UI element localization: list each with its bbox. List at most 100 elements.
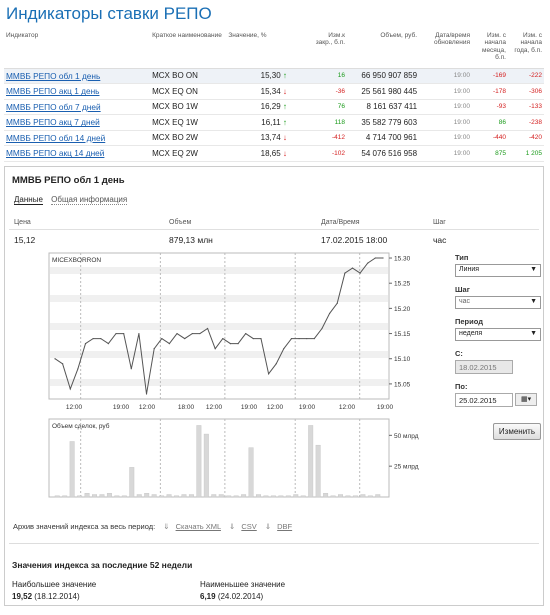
volume-value: 879,13 млн <box>169 235 213 245</box>
divider <box>9 229 539 230</box>
price-point <box>344 272 346 274</box>
volume-bar <box>174 495 179 498</box>
month-change: -440 <box>471 130 508 146</box>
change-value: 118 <box>308 114 348 131</box>
col-header[interactable]: Краткое наименование <box>150 28 227 69</box>
volume-bar <box>106 493 112 498</box>
volume-value: 54 076 516 958 <box>347 145 420 162</box>
step-select[interactable]: час ▼ <box>455 296 541 309</box>
tab-general-info[interactable]: Общая информация <box>51 195 128 205</box>
step-value: час <box>433 235 447 245</box>
volume-bar <box>136 494 142 498</box>
series-title: MICEXBORRON <box>52 257 101 264</box>
table-row[interactable]: ММВБ РЕПО обл 1 день MCX BO ON 15,30 ↑ 16 66… <box>4 68 544 84</box>
table-row[interactable]: ММВБ РЕПО акц 14 дней MCX EQ 2W 18,65 ↓ -10… <box>4 145 544 162</box>
download-csv-link[interactable]: CSV <box>241 522 256 531</box>
download-xml-link[interactable]: Скачать XML <box>176 522 221 531</box>
table-row[interactable]: ММВБ РЕПО акц 7 дней MCX EQ 1W 16,11 ↑ 118 3… <box>4 114 544 131</box>
table-row[interactable]: ММВБ РЕПО обл 14 дней MCX BO 2W 13,74 ↓ -41… <box>4 130 544 146</box>
x-tick-label: 12:00 <box>267 404 284 411</box>
price-point <box>130 368 132 370</box>
price-point <box>351 267 354 269</box>
volume-bar <box>181 494 187 498</box>
apply-button[interactable]: Изменить <box>492 423 541 440</box>
price-point <box>267 373 270 375</box>
volume-bar <box>218 494 224 498</box>
year-change: 1 205 <box>507 145 544 162</box>
to-date-field[interactable]: 25.02.2015 <box>455 393 513 407</box>
volume-bar <box>248 447 254 498</box>
y-tick-label: 15.30 <box>394 256 411 263</box>
y-tick-label: 25 млрд <box>394 464 419 471</box>
indicator-link[interactable]: ММВБ РЕПО акц 7 дней <box>6 117 100 127</box>
table-row[interactable]: ММВБ РЕПО обл 7 дней MCX BO 1W 16,29 ↑ 76 8 … <box>4 99 544 115</box>
download-dbf-link[interactable]: DBF <box>277 522 292 531</box>
high-label: Наибольшее значение <box>12 580 97 589</box>
volume-plot-area <box>48 418 390 498</box>
short-name: MCX EQ 2W <box>150 145 227 162</box>
price-volume-chart[interactable]: MICEXBORRON 15.30 15.25 15.20 15.15 15.10 15.0… <box>45 249 445 499</box>
volume-bar <box>270 495 276 498</box>
price-point <box>290 337 293 340</box>
indicator-link[interactable]: ММВБ РЕПО обл 7 дней <box>6 102 101 112</box>
low-value-row: 6,19 (24.02.2014) <box>200 592 263 601</box>
col-header[interactable]: Значение, % <box>226 28 309 69</box>
indicator-link[interactable]: ММВБ РЕПО обл 14 дней <box>6 133 105 143</box>
rate-value: 13,74 <box>260 133 281 143</box>
grid-band <box>50 351 388 358</box>
volume-bar <box>226 495 232 498</box>
volume-bar <box>196 425 202 498</box>
volume-bar <box>285 495 291 498</box>
download-icon: ⇓ <box>163 522 170 531</box>
indicator-link[interactable]: ММВБ РЕПО акц 1 день <box>6 86 99 96</box>
price-point <box>222 337 224 340</box>
download-icon: ⇓ <box>264 522 272 531</box>
x-tick-label: 18:00 <box>178 404 195 411</box>
col-header[interactable]: Изм. с начала месяца, б.п. <box>471 28 508 69</box>
rate-value: 16,11 <box>261 117 281 127</box>
volume-bar <box>278 495 284 498</box>
price-point <box>382 257 384 259</box>
tab-data[interactable]: Данные <box>14 195 43 205</box>
col-header[interactable]: Изм.к закр., б.п. <box>308 28 348 69</box>
volume-bar <box>62 495 68 498</box>
rate-value: 18,65 <box>260 148 281 158</box>
volume-bar <box>330 495 336 498</box>
type-select[interactable]: Линия ▼ <box>455 264 541 277</box>
indicator-link[interactable]: ММВБ РЕПО акц 14 дней <box>6 148 104 158</box>
col-header[interactable]: Дата/время обновления <box>419 28 472 69</box>
price-point <box>176 332 178 335</box>
month-change: -178 <box>471 83 508 100</box>
indicator-link[interactable]: ММВБ РЕПО обл 1 день <box>6 71 100 81</box>
y-tick-label: 15.10 <box>394 356 411 363</box>
col-header[interactable]: Изм. с начала года, б.п. <box>507 28 544 69</box>
y-tick-label: 15.25 <box>394 281 411 288</box>
change-value: 76 <box>308 99 348 115</box>
year-change: -222 <box>507 68 544 84</box>
week52-title: Значения индекса за последние 52 недели <box>12 560 193 570</box>
price-point <box>168 343 171 345</box>
month-change: -169 <box>471 68 508 84</box>
y-tick-label: 15.20 <box>394 306 411 313</box>
x-tick-label: 12:00 <box>339 404 356 411</box>
period-label: Период <box>455 317 483 326</box>
from-date-field[interactable]: 18.02.2015 <box>455 360 513 374</box>
period-select[interactable]: неделя ▼ <box>455 328 541 341</box>
arrow-down-icon: ↓ <box>282 148 287 158</box>
volume-value: 66 950 907 859 <box>347 68 420 84</box>
price-point <box>298 337 300 340</box>
short-name: MCX BO 2W <box>150 130 227 146</box>
table-row[interactable]: ММВБ РЕПО акц 1 день MCX EQ ON 15,34 ↓ -36 2… <box>4 83 544 100</box>
arrow-down-icon: ↓ <box>282 86 287 96</box>
arrow-down-icon: ↓ <box>282 133 287 143</box>
volume-bar <box>360 494 366 498</box>
price-point <box>359 272 361 274</box>
low-date: (24.02.2014) <box>217 592 264 601</box>
col-header[interactable]: Объем, руб. <box>347 28 420 69</box>
price-point <box>145 393 148 395</box>
col-header[interactable]: Индикатор <box>4 28 151 69</box>
low-label: Наименьшее значение <box>200 580 286 589</box>
year-change: -306 <box>507 83 544 100</box>
price-point <box>245 332 247 335</box>
calendar-icon[interactable]: ▦▾ <box>515 393 538 406</box>
